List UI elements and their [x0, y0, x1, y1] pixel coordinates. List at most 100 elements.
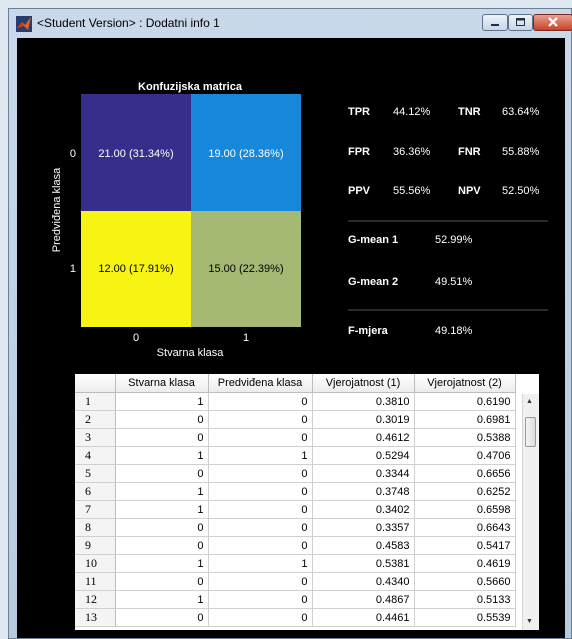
table-row[interactable]: 2 0 0 0.3019 0.6981: [75, 410, 516, 429]
table-cell[interactable]: 0.3748: [312, 482, 415, 501]
table-row[interactable]: 11 0 0 0.4340 0.5660: [75, 572, 516, 591]
table-cell[interactable]: 0: [208, 536, 313, 555]
metric-value: 55.56%: [393, 185, 431, 197]
table-cell[interactable]: 1: [208, 446, 313, 465]
table-cell[interactable]: 0.3019: [312, 410, 415, 429]
table-cell[interactable]: 0.5417: [414, 536, 516, 555]
table-cell[interactable]: 0.6598: [414, 500, 516, 519]
column-header[interactable]: Vjerojatnost (2): [414, 374, 516, 393]
table-cell[interactable]: 0: [208, 500, 313, 519]
table-cell[interactable]: 0: [208, 410, 313, 429]
metric-label: PPV: [348, 185, 371, 197]
column-header[interactable]: Vjerojatnost (1): [312, 374, 415, 393]
table-cell[interactable]: 1: [115, 446, 209, 465]
table-cell[interactable]: 1: [115, 554, 209, 573]
results-table[interactable]: Stvarna klasa Predviđena klasa Vjerojatn…: [75, 374, 539, 630]
table-cell[interactable]: 0.3402: [312, 500, 415, 519]
table-row[interactable]: 9 0 0 0.4583 0.5417: [75, 536, 516, 555]
maximize-button[interactable]: [508, 14, 533, 31]
row-header: 13: [75, 608, 116, 627]
scroll-thumb[interactable]: [525, 417, 536, 447]
table-row[interactable]: 13 0 0 0.4461 0.5539: [75, 608, 516, 627]
metric-value: 44.12%: [393, 106, 431, 118]
table-cell[interactable]: 1: [208, 554, 313, 573]
metric-label: G-mean 2: [348, 276, 398, 288]
table-row[interactable]: 10 1 1 0.5381 0.4619: [75, 554, 516, 573]
metric-label: G-mean 1: [348, 234, 398, 246]
table-cell[interactable]: 0.5660: [414, 572, 516, 591]
table-cell[interactable]: 1: [115, 500, 209, 519]
table-row[interactable]: 5 0 0 0.3344 0.6656: [75, 464, 516, 483]
table-cell[interactable]: 1: [115, 392, 209, 411]
table-cell[interactable]: 0.4867: [312, 590, 415, 609]
close-icon: [548, 17, 558, 27]
x-tick-label: 1: [243, 332, 249, 344]
table-cell[interactable]: 1: [115, 590, 209, 609]
matrix-cell-label: 19.00 (28.36%): [208, 148, 283, 160]
metric-value: 49.51%: [435, 276, 473, 288]
table-cell[interactable]: 0.4706: [414, 446, 516, 465]
table-cell[interactable]: 0.6190: [414, 392, 516, 411]
vertical-scrollbar[interactable]: ▲ ▼: [522, 394, 539, 630]
table-cell[interactable]: 0.4583: [312, 536, 415, 555]
column-header[interactable]: Predviđena klasa: [208, 374, 313, 393]
table-cell[interactable]: 0.3810: [312, 392, 415, 411]
table-cell[interactable]: 0.5294: [312, 446, 415, 465]
scroll-up-icon[interactable]: ▲: [526, 398, 533, 405]
table-cell[interactable]: 0.5388: [414, 428, 516, 447]
table-cell[interactable]: 0: [208, 392, 313, 411]
table-cell[interactable]: 0: [115, 410, 209, 429]
table-cell[interactable]: 0: [115, 536, 209, 555]
matlab-icon: [16, 16, 32, 32]
table-row[interactable]: 12 1 0 0.4867 0.5133: [75, 590, 516, 609]
metric-value: 63.64%: [502, 106, 540, 118]
table-row[interactable]: 3 0 0 0.4612 0.5388: [75, 428, 516, 447]
table-cell[interactable]: 0.4619: [414, 554, 516, 573]
matrix-cell-label: 15.00 (22.39%): [208, 263, 283, 275]
table-cell[interactable]: 0: [208, 590, 313, 609]
table-cell[interactable]: 0.5539: [414, 608, 516, 627]
table-cell[interactable]: 0.4612: [312, 428, 415, 447]
table-row[interactable]: 1 1 0 0.3810 0.6190: [75, 392, 516, 411]
table-cell[interactable]: 0.4461: [312, 608, 415, 627]
minimize-button[interactable]: [482, 14, 508, 31]
column-header[interactable]: Stvarna klasa: [115, 374, 209, 393]
table-cell[interactable]: 0: [115, 518, 209, 537]
table-cell[interactable]: 1: [115, 482, 209, 501]
table-cell[interactable]: 0.5381: [312, 554, 415, 573]
table-cell[interactable]: 0.6981: [414, 410, 516, 429]
title-bar[interactable]: <Student Version> : Dodatni info 1: [9, 9, 572, 38]
table-cell[interactable]: 0: [208, 428, 313, 447]
table-cell[interactable]: 0: [208, 608, 313, 627]
table-cell[interactable]: 0: [208, 482, 313, 501]
table-row[interactable]: 6 1 0 0.3748 0.6252: [75, 482, 516, 501]
table-cell[interactable]: 0.6656: [414, 464, 516, 483]
table-cell[interactable]: 0.6643: [414, 518, 516, 537]
table-cell[interactable]: 0.3357: [312, 518, 415, 537]
table-cell[interactable]: 0.6252: [414, 482, 516, 501]
table-cell[interactable]: 0.4340: [312, 572, 415, 591]
metric-label: FPR: [348, 146, 370, 158]
table-cell[interactable]: 0.3344: [312, 464, 415, 483]
close-button[interactable]: [533, 14, 572, 31]
table-cell[interactable]: 0: [208, 518, 313, 537]
table-row[interactable]: 7 1 0 0.3402 0.6598: [75, 500, 516, 519]
matrix-plot: Konfuzijska matrica 21.00 (31.34%) 19.00…: [51, 81, 548, 359]
metric-label: TPR: [348, 106, 370, 118]
table-cell[interactable]: 0: [208, 464, 313, 483]
matrix-cell-label: 12.00 (17.91%): [98, 263, 173, 275]
table-row[interactable]: 4 1 1 0.5294 0.4706: [75, 446, 516, 465]
table-cell[interactable]: 0: [115, 608, 209, 627]
table-cell[interactable]: 0: [115, 572, 209, 591]
figure-canvas: Konfuzijska matrica 21.00 (31.34%) 19.00…: [17, 38, 565, 638]
table-cell[interactable]: 0: [115, 464, 209, 483]
x-tick-label: 0: [133, 332, 139, 344]
scroll-down-icon[interactable]: ▼: [526, 618, 533, 625]
table-cell[interactable]: 0.5133: [414, 590, 516, 609]
matrix-title: Konfuzijska matrica: [138, 81, 243, 93]
table-cell[interactable]: 0: [115, 428, 209, 447]
metric-value: 55.88%: [502, 146, 540, 158]
table-row[interactable]: 8 0 0 0.3357 0.6643: [75, 518, 516, 537]
table-header-row: Stvarna klasa Predviđena klasa Vjerojatn…: [75, 374, 516, 393]
table-cell[interactable]: 0: [208, 572, 313, 591]
